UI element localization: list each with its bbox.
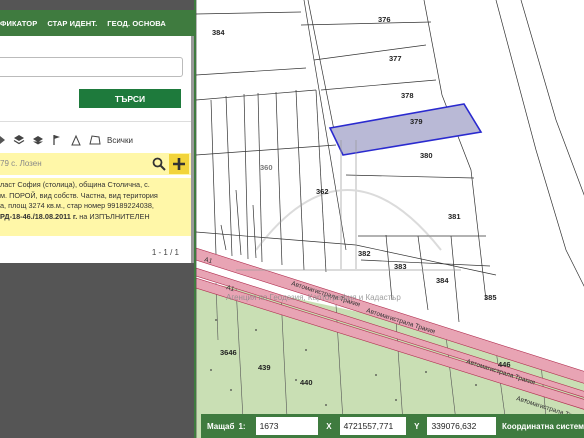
all-layers-label[interactable]: Всички: [107, 136, 133, 145]
parcel-label[interactable]: 382: [358, 249, 371, 258]
layer-single-icon[interactable]: [32, 134, 44, 146]
scale-input[interactable]: 1673: [255, 417, 319, 435]
search-input[interactable]: [0, 57, 183, 77]
zoom-to-icon[interactable]: [150, 155, 168, 173]
top-nav: ФИКАТОР СТАР ИДЕНТ. ГЕОД. ОСНОВА: [0, 10, 194, 36]
panel-empty-area: [0, 263, 191, 438]
triangle-icon[interactable]: [70, 134, 82, 146]
parcel-label[interactable]: 439: [258, 363, 271, 372]
parcel-label[interactable]: 385: [484, 293, 497, 302]
polygon-icon[interactable]: [89, 134, 101, 146]
result-description: ласт София (столица), община Столична, с…: [0, 178, 191, 236]
nav-tab-old-id[interactable]: СТАР ИДЕНТ.: [47, 19, 97, 28]
result-order-number: РД-18-46./18.08.2011 г.: [0, 211, 78, 221]
highlighted-parcel[interactable]: [328, 103, 483, 156]
x-coordinate-field[interactable]: 4721557,771: [339, 417, 407, 435]
parcel-label[interactable]: 440: [300, 378, 313, 387]
status-bar: Мащаб 1: 1673 X 4721557,771 Y 339076,632…: [201, 414, 584, 438]
parcel-label[interactable]: 362: [316, 187, 329, 196]
flag-icon[interactable]: [51, 134, 63, 146]
result-title: 79 с. Лозен: [0, 159, 42, 168]
app-root: ФИКАТОР СТАР ИДЕНТ. ГЕОД. ОСНОВА ТЪРСИ В…: [0, 0, 584, 438]
parcel-label[interactable]: 384: [212, 28, 225, 37]
result-desc-line: м. ПОРОЙ, вид собств. Частна, вид терито…: [0, 190, 158, 200]
left-panel: ФИКАТОР СТАР ИДЕНТ. ГЕОД. ОСНОВА ТЪРСИ В…: [0, 0, 194, 438]
layers-icon[interactable]: [13, 134, 25, 146]
parcel-label[interactable]: 376: [378, 15, 391, 24]
result-desc-tail: на ИЗПЪЛНИТЕЛЕН: [77, 211, 150, 221]
search-panel: ТЪРСИ Всички 79 с. Лозен ласт София (сто…: [0, 36, 191, 263]
parcel-label[interactable]: 384: [436, 276, 449, 285]
cadastral-map[interactable]: 384 376 377 378 379 380 381 360 362 382 …: [196, 0, 584, 438]
parcel-label[interactable]: 380: [420, 151, 433, 160]
result-desc-line: а, площ 3274 кв.м., стар номер 991892240…: [0, 201, 154, 210]
divider: [0, 121, 191, 122]
parcel-label[interactable]: 3646: [220, 348, 237, 357]
pager: 1 - 1 / 1: [151, 248, 179, 257]
add-button[interactable]: [169, 154, 189, 174]
x-label: X: [326, 421, 332, 431]
scale-prefix: 1:: [238, 421, 246, 431]
nav-tab-geodetic[interactable]: ГЕОД. ОСНОВА: [107, 19, 166, 28]
nav-tab-classifier[interactable]: ФИКАТОР: [0, 19, 37, 28]
y-label: Y: [414, 421, 420, 431]
parcel-label[interactable]: 383: [394, 262, 407, 271]
parcel-label[interactable]: 378: [401, 91, 414, 100]
crs-label[interactable]: Координатна систем: [502, 422, 584, 431]
watermark-text: Агенция по Геодезия, Картография и Кадас…: [226, 293, 401, 302]
parcel-label[interactable]: 379: [410, 117, 423, 126]
search-button[interactable]: ТЪРСИ: [79, 89, 181, 108]
map-view[interactable]: 384 376 377 378 379 380 381 360 362 382 …: [194, 0, 584, 438]
parcel-label[interactable]: 381: [448, 212, 461, 221]
parcel-label[interactable]: 377: [389, 54, 402, 63]
draw-polygon-icon[interactable]: [0, 134, 6, 146]
y-coordinate-field[interactable]: 339076,632: [427, 417, 496, 435]
result-desc-line: РД-18-46./18.08.2011 г. на ИЗПЪЛНИТЕЛЕН: [0, 212, 187, 223]
result-desc-line: ласт София (столица), община Столична, с…: [0, 180, 150, 189]
layer-toolbar: Всички: [0, 130, 191, 150]
scale-label: Мащаб: [207, 421, 235, 431]
parcel-label[interactable]: 360: [260, 163, 273, 172]
